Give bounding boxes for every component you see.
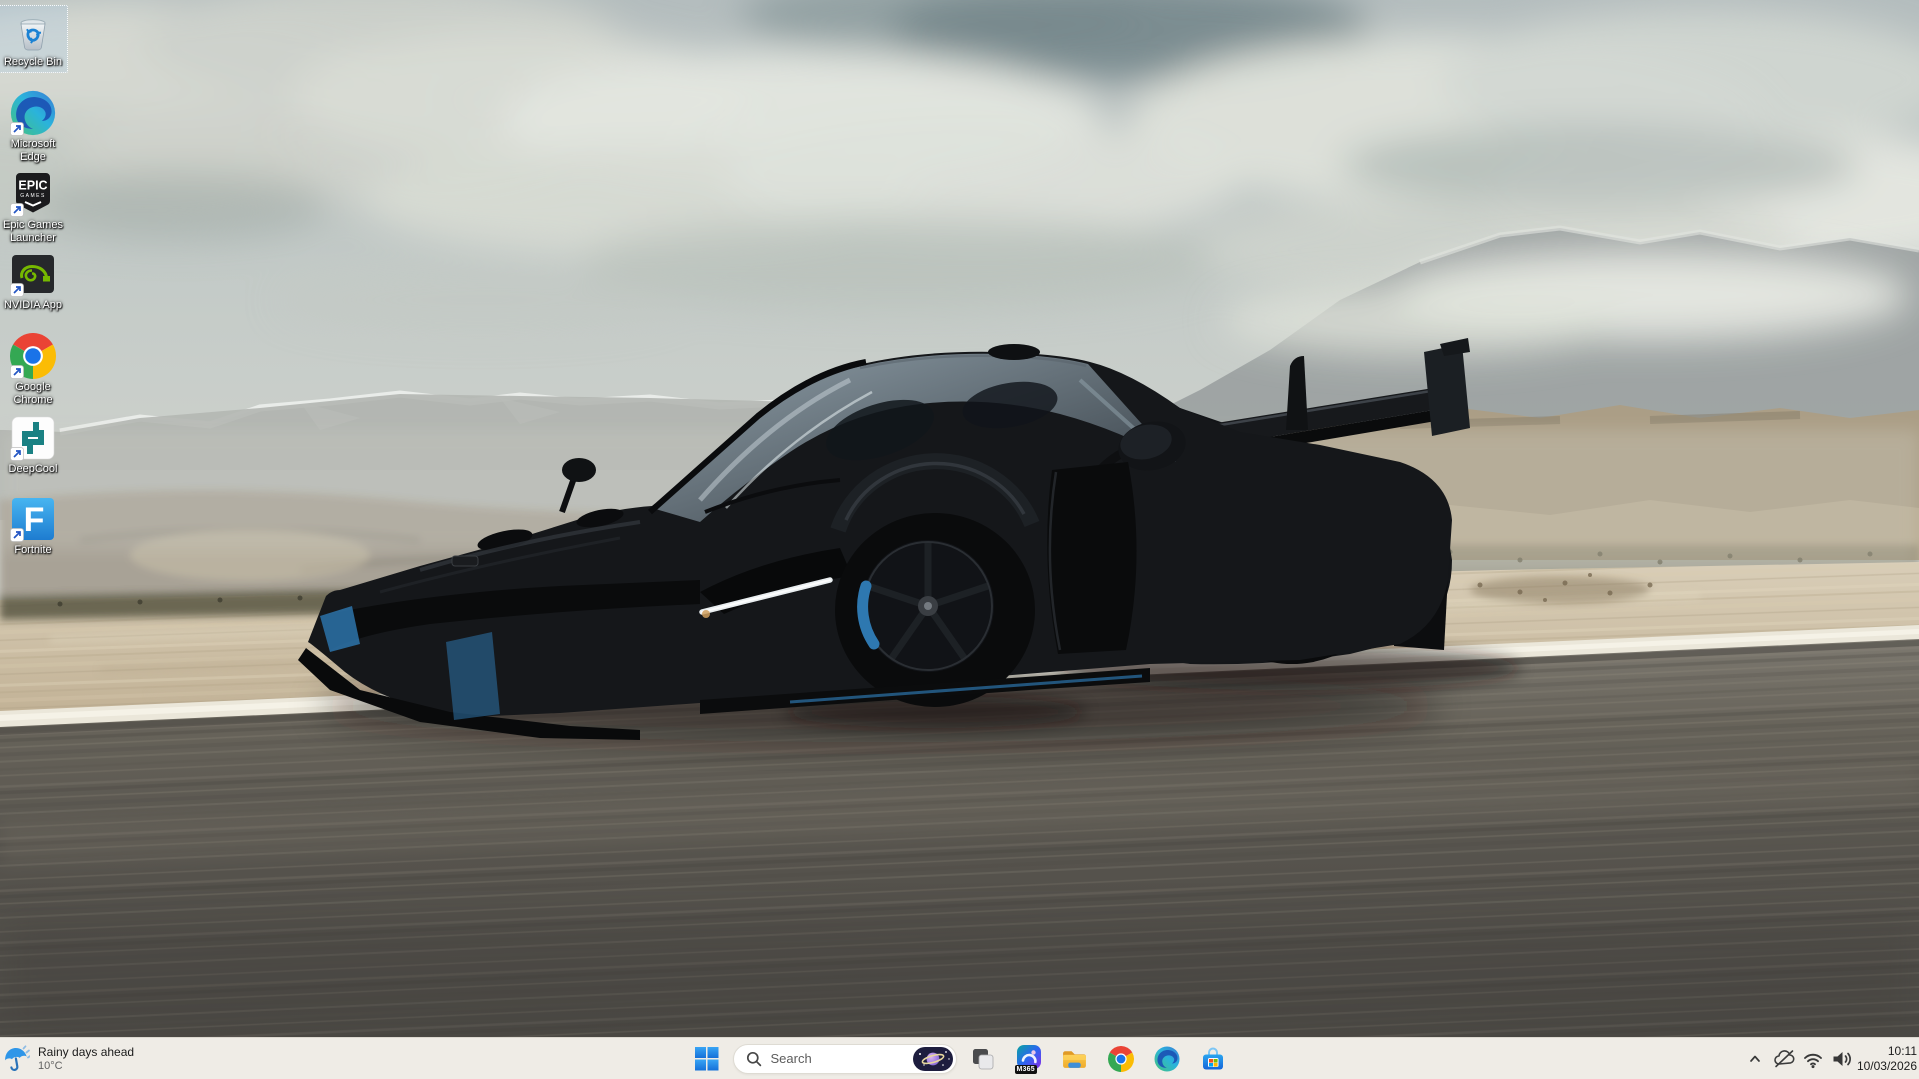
search-box[interactable]: Search xyxy=(733,1044,957,1074)
start-button[interactable] xyxy=(687,1041,727,1077)
edge-button[interactable] xyxy=(1147,1041,1187,1077)
desktop-icon-label: NVIDIA App xyxy=(4,299,62,312)
wifi-icon xyxy=(1802,1048,1824,1070)
search-icon xyxy=(746,1051,762,1067)
chevron-up-icon xyxy=(1746,1050,1764,1068)
weather-widget[interactable]: Rainy days ahead 10°C xyxy=(2,1040,134,1078)
onedrive-tray-button[interactable] xyxy=(1770,1041,1799,1077)
task-view-button[interactable] xyxy=(963,1041,1003,1077)
shortcut-arrow-icon xyxy=(10,203,24,217)
desktop-icon-label: DeepCool xyxy=(9,463,58,476)
onedrive-offline-cloud-icon xyxy=(1773,1048,1795,1070)
windows-logo-icon xyxy=(694,1046,719,1071)
svg-text:F: F xyxy=(24,501,45,539)
desktop-icon-fortnite[interactable]: F Fortnite xyxy=(0,493,68,561)
edge-icon xyxy=(1154,1046,1180,1072)
clock-date: 10/03/2026 xyxy=(1857,1059,1917,1074)
desktop-icon-label: Epic Games Launcher xyxy=(0,219,67,245)
weather-headline: Rainy days ahead xyxy=(38,1045,134,1059)
file-explorer-icon xyxy=(1061,1045,1088,1072)
search-daily-image[interactable] xyxy=(913,1047,953,1071)
weather-umbrella-icon xyxy=(2,1045,30,1073)
desktop-icon-nvidia-app[interactable]: NVIDIA App xyxy=(0,248,68,316)
shortcut-arrow-icon xyxy=(10,447,24,461)
shortcut-arrow-icon xyxy=(10,283,24,297)
shortcut-arrow-icon xyxy=(10,122,24,136)
weather-temperature: 10°C xyxy=(38,1059,63,1073)
speaker-icon xyxy=(1830,1047,1854,1071)
planet-art-icon xyxy=(913,1047,953,1071)
blue-splitter-accent xyxy=(446,632,500,720)
network-tray-button[interactable] xyxy=(1799,1041,1828,1077)
m365-badge: M365 xyxy=(1015,1065,1037,1074)
desktop-icon-recycle-bin[interactable]: Recycle Bin xyxy=(0,5,68,73)
shortcut-arrow-icon xyxy=(10,365,24,379)
taskbar: Rainy days ahead 10°C Search xyxy=(0,1037,1919,1079)
desktop-icon-label: Microsoft Edge xyxy=(0,138,67,164)
desktop-icon-deepcool[interactable]: DeepCool xyxy=(0,412,68,480)
task-view-icon xyxy=(971,1047,995,1071)
clock[interactable]: 10:11 10/03/2026 xyxy=(1857,1044,1917,1074)
recycle-bin-icon xyxy=(10,8,56,54)
desktop-icon-microsoft-edge[interactable]: Microsoft Edge xyxy=(0,87,68,168)
desktop-icon-label: Recycle Bin xyxy=(4,56,62,69)
volume-tray-button[interactable] xyxy=(1828,1041,1857,1077)
desktop-icon-label: Fortnite xyxy=(14,544,51,557)
microsoft-store-button[interactable] xyxy=(1193,1041,1233,1077)
m365-copilot-button[interactable]: M365 xyxy=(1009,1041,1049,1077)
wallpaper-mclaren-senna xyxy=(0,0,1919,1037)
microsoft-store-icon xyxy=(1200,1046,1226,1072)
file-explorer-button[interactable] xyxy=(1055,1041,1095,1077)
clock-time: 10:11 xyxy=(1888,1044,1917,1059)
chrome-icon xyxy=(1108,1046,1134,1072)
svg-text:GAMES: GAMES xyxy=(20,193,46,199)
search-placeholder: Search xyxy=(771,1051,904,1066)
tray-overflow-button[interactable] xyxy=(1741,1041,1770,1077)
desktop-icon-epic-games-launcher[interactable]: EPIC GAMES Epic Games Launcher xyxy=(0,168,68,249)
desktop-icon-google-chrome[interactable]: Google Chrome xyxy=(0,330,68,411)
chrome-button[interactable] xyxy=(1101,1041,1141,1077)
svg-text:EPIC: EPIC xyxy=(18,179,47,193)
desktop-icon-label: Google Chrome xyxy=(0,381,67,407)
shortcut-arrow-icon xyxy=(10,528,24,542)
